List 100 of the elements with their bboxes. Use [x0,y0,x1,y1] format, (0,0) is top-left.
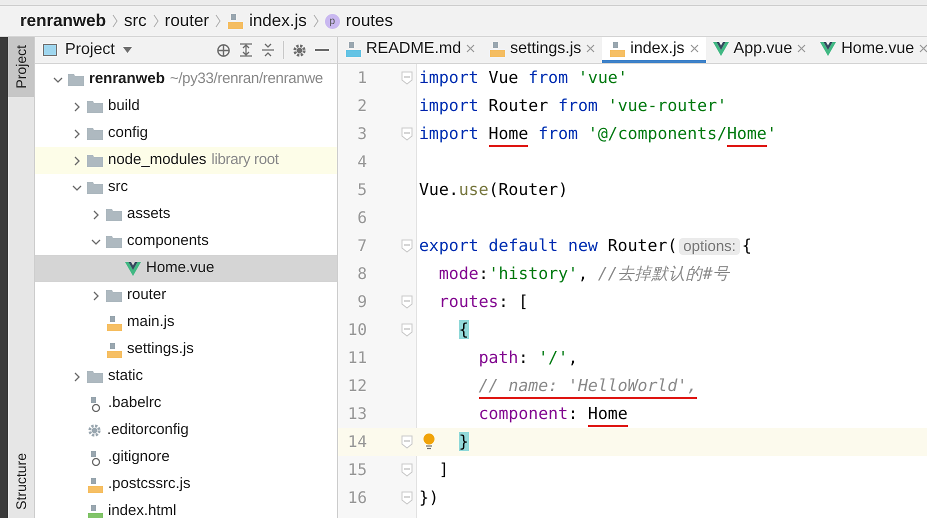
chevron-right-icon [312,14,319,28]
folder-icon [87,181,103,194]
line-number: 8 [357,263,367,285]
fold-marker-icon[interactable] [401,435,413,449]
chevron-right-icon[interactable] [72,128,82,138]
tree-item-label: settings.js [127,339,194,360]
line-number: 4 [357,151,367,173]
tree-item[interactable]: Home.vue [35,255,337,282]
tree-item[interactable]: node_modules library root [35,147,337,174]
gear-icon [87,423,102,438]
tree-item[interactable]: config [35,120,337,147]
chevron-down-icon[interactable] [53,74,63,84]
code-line: Vue.use(Router) [418,179,568,201]
line-number: 7 [357,235,367,257]
code-line: import Router from 'vue-router' [418,95,727,117]
file-icon [227,13,244,29]
editor-tab[interactable]: Home.vue [813,37,927,63]
tree-item[interactable]: renranweb ~/py33/renran/renranwe [35,66,337,93]
tree-item[interactable]: assets [35,201,337,228]
tree-item-label: assets [127,204,170,224]
fold-marker-icon[interactable] [401,127,413,141]
chevron-down-icon[interactable] [72,182,82,192]
tree-item-label: .postcssrc.js [108,474,191,494]
tree-item[interactable]: build [35,93,337,120]
side-tab[interactable]: Structure [8,445,34,518]
chevron-right-icon [112,14,118,28]
expand-all-icon[interactable] [239,43,253,57]
breadcrumb-item[interactable]: src [124,8,147,34]
tree-item-note: library root [211,150,279,170]
tree-item[interactable]: .gitignore [35,444,337,471]
breadcrumb-item[interactable]: renranweb [20,8,106,34]
tree-item[interactable]: index.html [35,498,337,518]
close-icon[interactable] [466,44,476,53]
tree-item-label: main.js [127,312,175,332]
tree-item-label: src [108,177,128,198]
folder-icon [106,235,122,248]
fold-marker-icon[interactable] [401,71,413,85]
tree-item[interactable]: static [35,363,337,390]
tree-item[interactable]: settings.js [35,336,337,363]
panel-title[interactable]: Project [65,38,115,62]
line-number: 11 [348,347,367,369]
chevron-right-icon[interactable] [91,210,101,220]
fold-marker-icon[interactable] [401,295,413,309]
folder-icon [68,73,84,86]
locate-icon[interactable] [216,42,231,58]
tree-item-label: renranweb [89,69,165,90]
editor-tab[interactable]: index.js [602,37,706,63]
chevron-right-icon[interactable] [91,290,101,300]
breadcrumb-item[interactable]: routes [346,8,393,34]
tree-item[interactable]: components [35,228,337,255]
tree-item[interactable]: .babelrc [35,390,337,417]
settings-icon[interactable] [292,42,307,58]
tree-item[interactable]: main.js [35,309,337,336]
line-number: 6 [357,207,367,229]
chevron-right-icon[interactable] [72,156,82,166]
tree-item[interactable]: .postcssrc.js [35,471,337,498]
tree-item[interactable]: router [35,282,337,309]
tree-item-label: router [127,285,166,306]
breadcrumb-item[interactable]: index.js [249,8,307,34]
line-number: 13 [348,403,367,425]
caret-icon[interactable] [122,47,132,53]
tree-item-label: index.html [108,501,176,518]
code-line: ] [438,459,449,481]
tree-item-label: .editorconfig [107,420,189,440]
file-icon [106,342,122,358]
tree-item-label: components [127,231,209,252]
chevron-down-icon[interactable] [91,236,101,246]
chevron-right-icon[interactable] [72,102,82,112]
fold-marker-icon[interactable] [401,323,413,337]
chevron-right-icon[interactable] [72,372,82,382]
file-icon [609,40,626,56]
minimize-icon[interactable] [315,48,329,52]
fold-marker-icon[interactable] [401,463,413,477]
editor-tab[interactable]: App.vue [706,37,814,63]
fold-marker-icon[interactable] [401,491,413,505]
line-number: 10 [348,319,367,341]
file-icon [87,476,103,492]
line-number: 5 [357,179,367,201]
fold-marker-icon[interactable] [401,239,413,253]
code-line: import Home from '@/components/Home' [417,122,777,146]
tree-item-label: static [108,366,144,386]
close-icon[interactable] [690,44,699,53]
close-icon[interactable] [919,44,927,53]
side-tab[interactable]: Project [8,37,34,97]
editor-tab[interactable]: README.md [338,37,482,63]
tree-item-label: .babelrc [108,393,162,414]
tree-item-label: node_modules [108,150,206,170]
collapse-all-icon[interactable] [261,43,275,57]
folder-icon [87,154,103,167]
close-icon[interactable] [586,44,596,53]
close-icon[interactable] [797,44,806,53]
breadcrumb-item[interactable]: router [164,8,210,34]
folder-icon [106,289,122,302]
editor-tab[interactable]: settings.js [482,37,602,63]
lightbulb-icon[interactable] [423,433,435,450]
tree-item[interactable]: .editorconfig [35,417,337,444]
property-badge: p [324,14,340,28]
line-number: 9 [357,291,367,313]
tree-item[interactable]: src [35,174,337,201]
line-number: 1 [357,67,367,89]
